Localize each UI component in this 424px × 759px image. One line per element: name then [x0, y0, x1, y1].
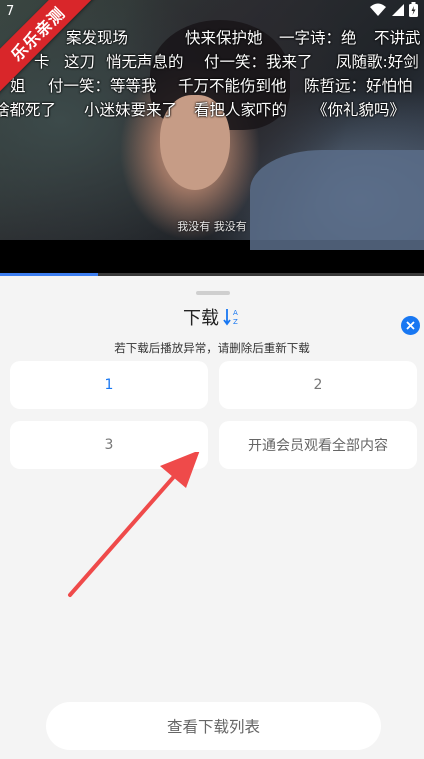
vip-unlock-button[interactable]: 开通会员观看全部内容	[219, 421, 417, 469]
sort-az-icon[interactable]: A Z	[223, 307, 241, 327]
danmaku-comment: 付一笑：我来了	[204, 53, 313, 71]
sheet-header: 下载 A Z	[0, 304, 424, 330]
danmaku-comment: 案发现场	[66, 29, 129, 47]
danmaku-comment: 凤随歌:好剑	[336, 53, 419, 71]
status-time: 7	[6, 4, 15, 19]
danmaku-comment: 悄无声息的	[106, 53, 184, 71]
danmaku-comment: 一字诗：绝	[279, 29, 357, 47]
video-progress-bar[interactable]	[0, 273, 424, 276]
battery-icon	[409, 2, 418, 17]
episode-1-button[interactable]: 1	[10, 361, 208, 409]
danmaku-comment: 小迷妹要来了	[84, 101, 178, 119]
danmaku-comment: 不讲武	[374, 29, 421, 47]
danmaku-comment: 啥都死了	[0, 101, 57, 119]
wifi-icon	[370, 3, 386, 16]
danmaku-comment: 陈哲远：好怕怕	[304, 77, 413, 95]
video-progress-fill	[0, 273, 98, 276]
status-icons	[369, 2, 418, 17]
scene-robe	[250, 150, 424, 250]
danmaku-comment: 看把人家吓的	[194, 101, 288, 119]
close-button[interactable]	[401, 316, 420, 335]
svg-text:A: A	[233, 309, 238, 317]
episode-2-button[interactable]: 2	[219, 361, 417, 409]
danmaku-comment: 《你礼貌吗》	[312, 101, 406, 119]
video-player[interactable]: 案发现场 快来保护她 一字诗：绝 不讲武卡这刀 悄无声息的 付一笑：我来了 凤随歌:好剑姐付…	[0, 0, 424, 276]
close-icon	[406, 321, 415, 330]
danmaku-comment: 付一笑：等等我	[48, 77, 157, 95]
download-hint: 若下载后播放异常，请删除后重新下载	[114, 341, 310, 355]
danmaku-comment: 这刀	[64, 53, 96, 71]
signal-icon	[392, 3, 404, 16]
video-subtitle: 我没有 我没有	[177, 220, 247, 233]
sheet-title: 下载	[183, 308, 219, 329]
download-sheet: 下载 A Z 若下载后播放异常，请删除后重新下载 1 2 3 开通会员观看全部内…	[0, 282, 424, 759]
drag-handle[interactable]	[196, 291, 230, 295]
view-download-list-button[interactable]: 查看下载列表	[46, 702, 381, 750]
svg-text:Z: Z	[233, 318, 238, 326]
red-arrow-annotation	[68, 452, 200, 597]
danmaku-comment: 快来保护她	[185, 29, 263, 47]
danmaku-comment: 千万不能伤到他	[178, 77, 287, 95]
